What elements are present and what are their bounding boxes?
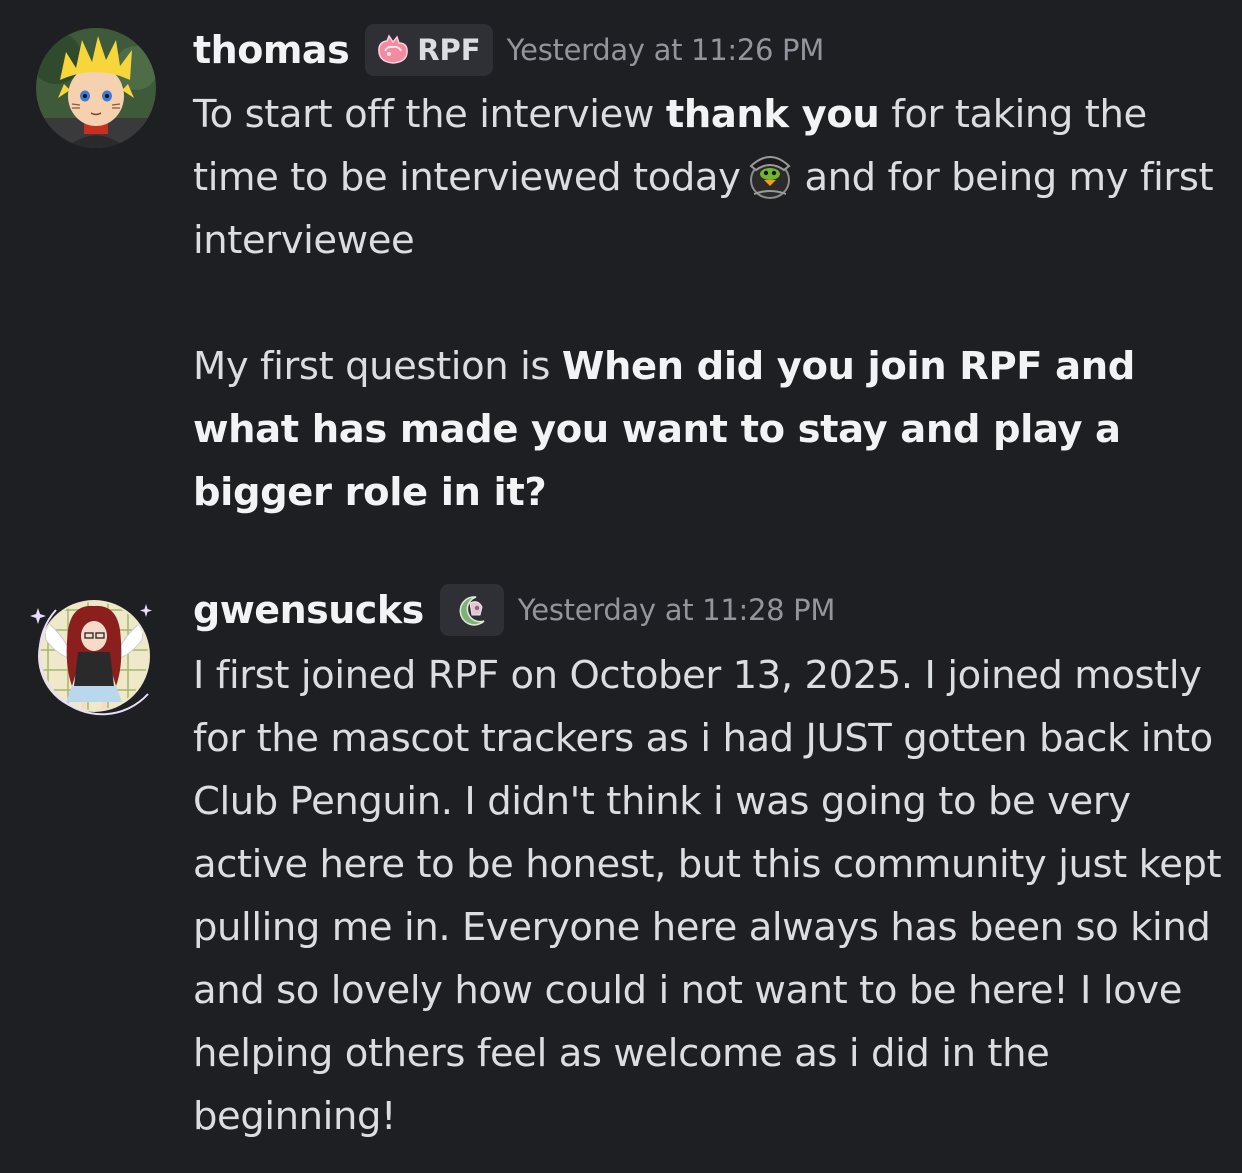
- text-run: To start off the interview: [193, 92, 666, 137]
- avatar-spiky-yellow-hair-icon: [36, 28, 156, 148]
- server-tag-label: RPF: [417, 33, 481, 67]
- message-paragraph: I first joined RPF on October 13, 2025. …: [193, 653, 1222, 1139]
- user-avatar-thomas[interactable]: [36, 28, 156, 148]
- message-paragraph: To start off the interview thank you for…: [193, 83, 1223, 272]
- penguin-pirate-emoji-icon[interactable]: [744, 150, 796, 200]
- username[interactable]: thomas: [193, 28, 350, 72]
- message-header: gwensucks Yesterday at 11:28 PM: [193, 582, 835, 638]
- user-avatar-gwensucks[interactable]: [28, 590, 156, 718]
- message-paragraph: My first question is When did you join R…: [193, 335, 1223, 524]
- message-content: I first joined RPF on October 13, 2025. …: [193, 644, 1223, 1148]
- message-timestamp[interactable]: Yesterday at 11:26 PM: [507, 33, 825, 67]
- avatar-angel-moon-icon: [30, 600, 152, 716]
- message-header: thomas RPF Yesterday at 11:26 PM: [193, 22, 824, 78]
- bold-text: thank you: [665, 92, 880, 137]
- server-tag-badge[interactable]: [439, 584, 504, 636]
- moon-badge-icon: [459, 596, 485, 626]
- server-tag-badge[interactable]: RPF: [365, 24, 493, 76]
- text-run: My first question is: [193, 344, 562, 389]
- pink-crystal-icon: [378, 34, 409, 64]
- username[interactable]: gwensucks: [193, 588, 424, 632]
- message-content: To start off the interview thank you for…: [193, 83, 1223, 524]
- message-timestamp[interactable]: Yesterday at 11:28 PM: [518, 593, 836, 627]
